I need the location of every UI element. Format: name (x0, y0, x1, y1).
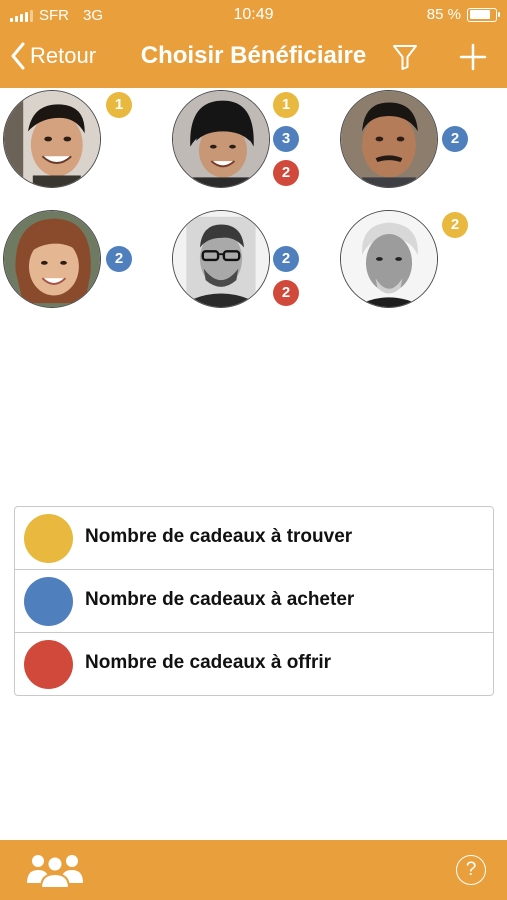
beneficiary-card[interactable]: 2 (340, 210, 468, 308)
badge-to-find: 1 (273, 92, 299, 118)
beneficiary-card[interactable]: 2 (340, 90, 468, 188)
nav-bar: Retour Choisir Bénéficiaire (0, 30, 507, 88)
legend-item: Nombre de cadeaux à trouver (15, 507, 493, 570)
legend-dot-to-give (24, 640, 73, 689)
beneficiary-card[interactable]: 1 (3, 90, 132, 188)
legend-dot-to-find (24, 514, 73, 563)
tab-beneficiaries[interactable] (24, 850, 86, 890)
avatar[interactable] (340, 90, 438, 188)
help-icon: ? (465, 859, 477, 880)
tab-bar: ? (0, 840, 507, 900)
avatar[interactable] (340, 210, 438, 308)
avatar[interactable] (172, 210, 270, 308)
badge-to-buy: 2 (106, 246, 132, 272)
badge-to-give: 2 (273, 160, 299, 186)
beneficiary-card[interactable]: 2 (3, 210, 132, 308)
filter-button[interactable] (389, 41, 421, 73)
add-beneficiary-button[interactable] (457, 41, 489, 73)
status-bar: SFR 3G 10:49 85 % (0, 0, 507, 30)
badge-to-find: 2 (442, 212, 468, 238)
legend-item: Nombre de cadeaux à offrir (15, 633, 493, 696)
badge-to-give: 2 (273, 280, 299, 306)
legend-label: Nombre de cadeaux à trouver (85, 526, 353, 547)
header: SFR 3G 10:49 85 % Retour Choisir Bénéfic… (0, 0, 507, 88)
filter-icon (393, 45, 417, 70)
badge-to-find: 1 (106, 92, 132, 118)
legend-dot-to-buy (24, 577, 73, 626)
legend-label: Nombre de cadeaux à offrir (85, 652, 332, 673)
legend-label: Nombre de cadeaux à acheter (85, 589, 355, 610)
battery-fill (469, 10, 490, 19)
back-button[interactable]: Retour (10, 42, 96, 70)
plus-icon (459, 43, 487, 71)
battery-percent: 85 % (426, 6, 461, 23)
chevron-left-icon (11, 42, 25, 70)
avatar[interactable] (172, 90, 270, 188)
beneficiary-card[interactable]: 2 2 (172, 210, 299, 308)
avatar[interactable] (3, 90, 101, 188)
back-label: Retour (30, 43, 97, 68)
battery-icon (467, 7, 500, 22)
help-button[interactable]: ? (456, 855, 486, 885)
badge-to-buy: 3 (273, 126, 299, 152)
badge-to-buy: 2 (442, 126, 468, 152)
legend-item: Nombre de cadeaux à acheter (15, 570, 493, 633)
badge-legend: Nombre de cadeaux à trouver Nombre de ca… (14, 506, 494, 696)
avatar[interactable] (3, 210, 101, 308)
beneficiary-card[interactable]: 1 3 2 (172, 90, 299, 188)
badge-to-buy: 2 (273, 246, 299, 272)
people-group-icon (27, 855, 83, 889)
status-right: 85 % (426, 6, 500, 23)
